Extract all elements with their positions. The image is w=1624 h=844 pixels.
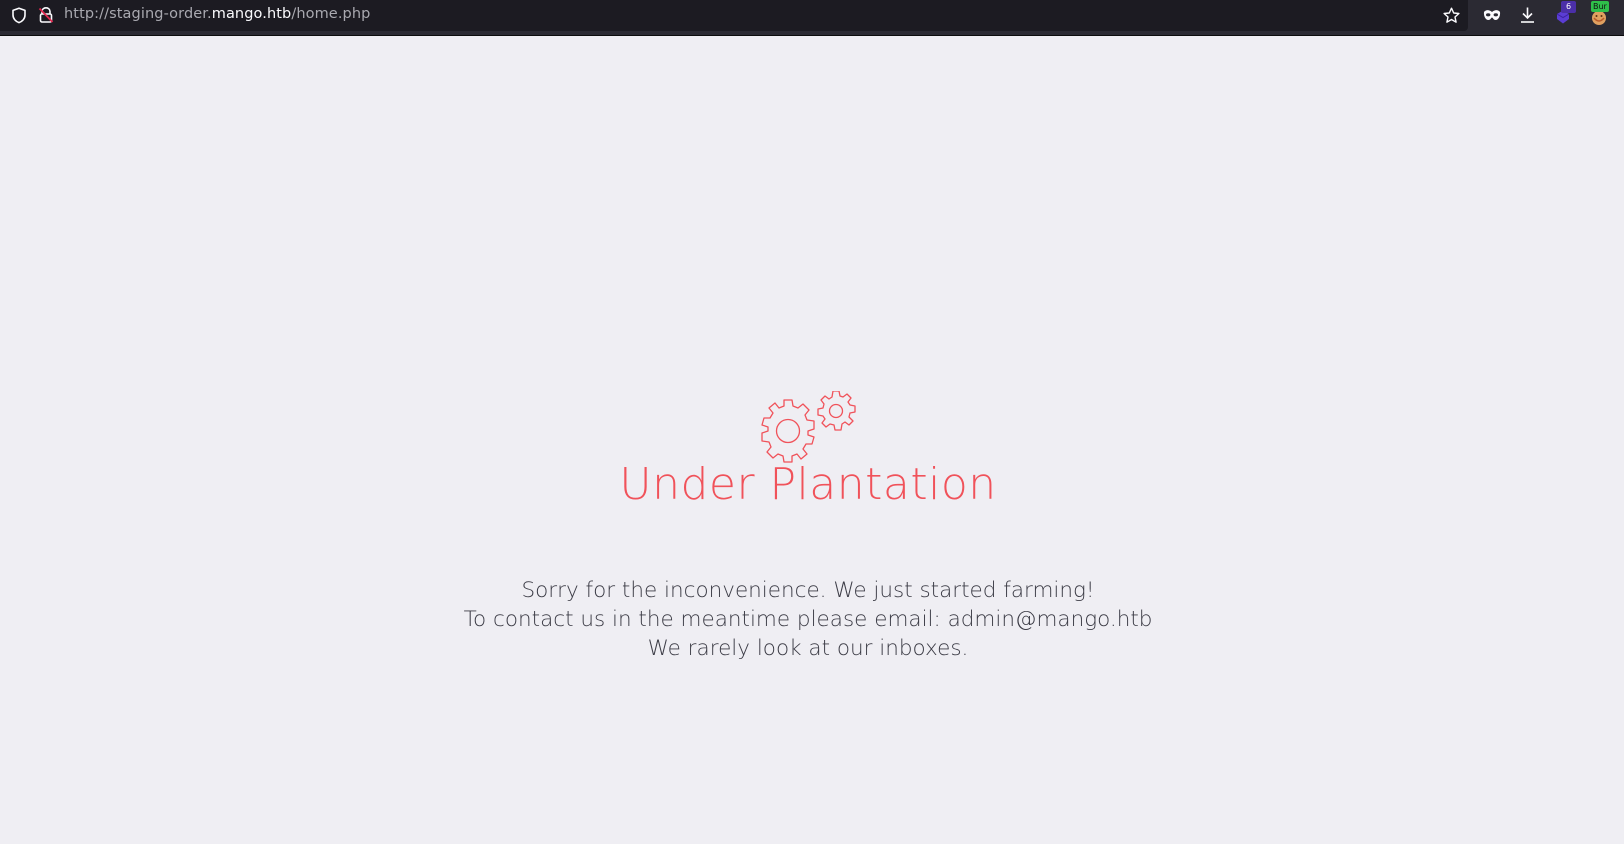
burp-label: Bur [1591,1,1609,12]
message-line-3: We rarely look at our inboxes. [647,636,969,661]
url-text[interactable]: http://staging-order.mango.htb/home.php [64,6,370,22]
extension-badge: 6 [1561,1,1576,13]
message-line-1: Sorry for the inconvenience. We just sta… [521,578,1095,603]
gears-icon [761,391,856,463]
address-bar[interactable]: http://staging-order.mango.htb/home.php [0,0,1468,31]
url-host: mango.htb [211,6,292,22]
message-line-2: To contact us in the meantime please ema… [463,607,1153,632]
url-path: /home.php [291,6,371,22]
download-icon[interactable] [1519,6,1536,24]
page-title: Under Plantation [619,459,997,510]
browser-toolbar: http://staging-order.mango.htb/home.php … [0,0,1624,36]
shield-icon[interactable] [11,7,27,24]
url-prefix: http://staging-order. [64,6,212,22]
private-mask-icon[interactable] [1483,9,1501,21]
insecure-lock-icon[interactable] [37,6,55,24]
bookmark-star-icon[interactable] [1443,7,1460,24]
message-block: Sorry for the inconvenience. We just sta… [0,576,1616,663]
page-content: Under Plantation Sorry for the inconveni… [0,36,1624,844]
